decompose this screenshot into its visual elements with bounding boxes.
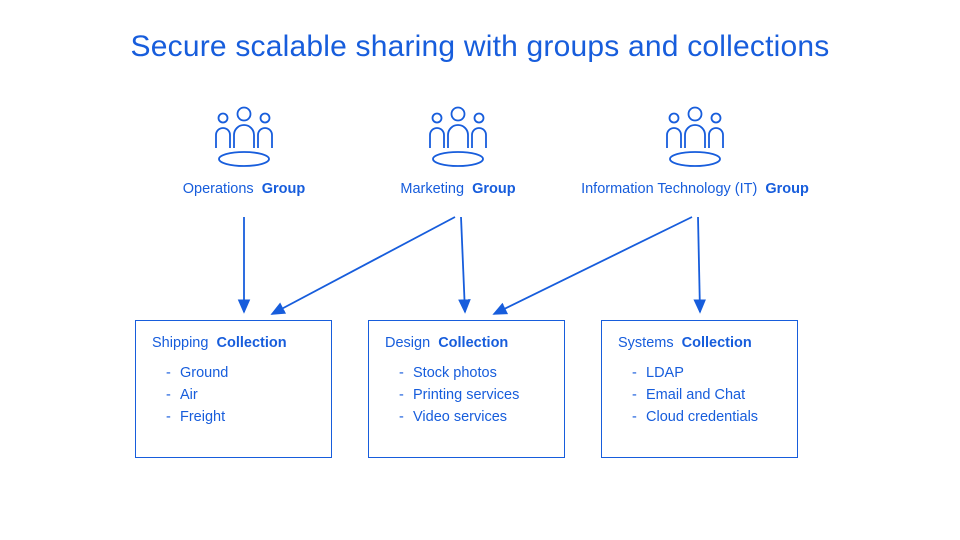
list-item: Air bbox=[166, 385, 315, 407]
group-label: Operations Group bbox=[164, 181, 324, 197]
list-item: Printing services bbox=[399, 385, 548, 407]
group-name-text: Marketing bbox=[400, 181, 464, 197]
edge-it-design bbox=[494, 217, 692, 314]
group-icon bbox=[378, 105, 538, 167]
connection-arrows bbox=[0, 0, 960, 540]
collection-suffix-text: Collection bbox=[682, 335, 752, 351]
group-it: Information Technology (IT) Group bbox=[565, 105, 825, 197]
list-item: Cloud credentials bbox=[632, 407, 781, 429]
collection-name-text: Design bbox=[385, 335, 430, 351]
collection-design: Design Collection Stock photos Printing … bbox=[368, 320, 565, 458]
collection-items: LDAP Email and Chat Cloud credentials bbox=[618, 363, 781, 428]
group-name-text: Information Technology (IT) bbox=[581, 181, 757, 197]
collection-title: Design Collection bbox=[385, 335, 548, 351]
group-marketing: Marketing Group bbox=[378, 105, 538, 197]
edge-it-systems bbox=[698, 217, 700, 312]
edge-marketing-design bbox=[461, 217, 465, 312]
collection-shipping: Shipping Collection Ground Air Freight bbox=[135, 320, 332, 458]
collection-title: Shipping Collection bbox=[152, 335, 315, 351]
list-item: Email and Chat bbox=[632, 385, 781, 407]
group-operations: Operations Group bbox=[164, 105, 324, 197]
collection-items: Ground Air Freight bbox=[152, 363, 315, 428]
group-icon bbox=[565, 105, 825, 167]
list-item: Stock photos bbox=[399, 363, 548, 385]
diagram-canvas: Secure scalable sharing with groups and … bbox=[0, 0, 960, 540]
group-name-text: Operations bbox=[183, 181, 254, 197]
group-suffix-text: Group bbox=[262, 181, 306, 197]
edge-marketing-shipping bbox=[272, 217, 455, 314]
collection-suffix-text: Collection bbox=[438, 335, 508, 351]
collection-name-text: Systems bbox=[618, 335, 674, 351]
group-suffix-text: Group bbox=[765, 181, 809, 197]
list-item: Ground bbox=[166, 363, 315, 385]
collection-systems: Systems Collection LDAP Email and Chat C… bbox=[601, 320, 798, 458]
collection-title: Systems Collection bbox=[618, 335, 781, 351]
group-label: Marketing Group bbox=[378, 181, 538, 197]
list-item: Video services bbox=[399, 407, 548, 429]
collection-items: Stock photos Printing services Video ser… bbox=[385, 363, 548, 428]
list-item: LDAP bbox=[632, 363, 781, 385]
list-item: Freight bbox=[166, 407, 315, 429]
collection-suffix-text: Collection bbox=[217, 335, 287, 351]
group-icon bbox=[164, 105, 324, 167]
group-label: Information Technology (IT) Group bbox=[565, 181, 825, 197]
group-suffix-text: Group bbox=[472, 181, 516, 197]
diagram-title: Secure scalable sharing with groups and … bbox=[0, 30, 960, 64]
collection-name-text: Shipping bbox=[152, 335, 208, 351]
